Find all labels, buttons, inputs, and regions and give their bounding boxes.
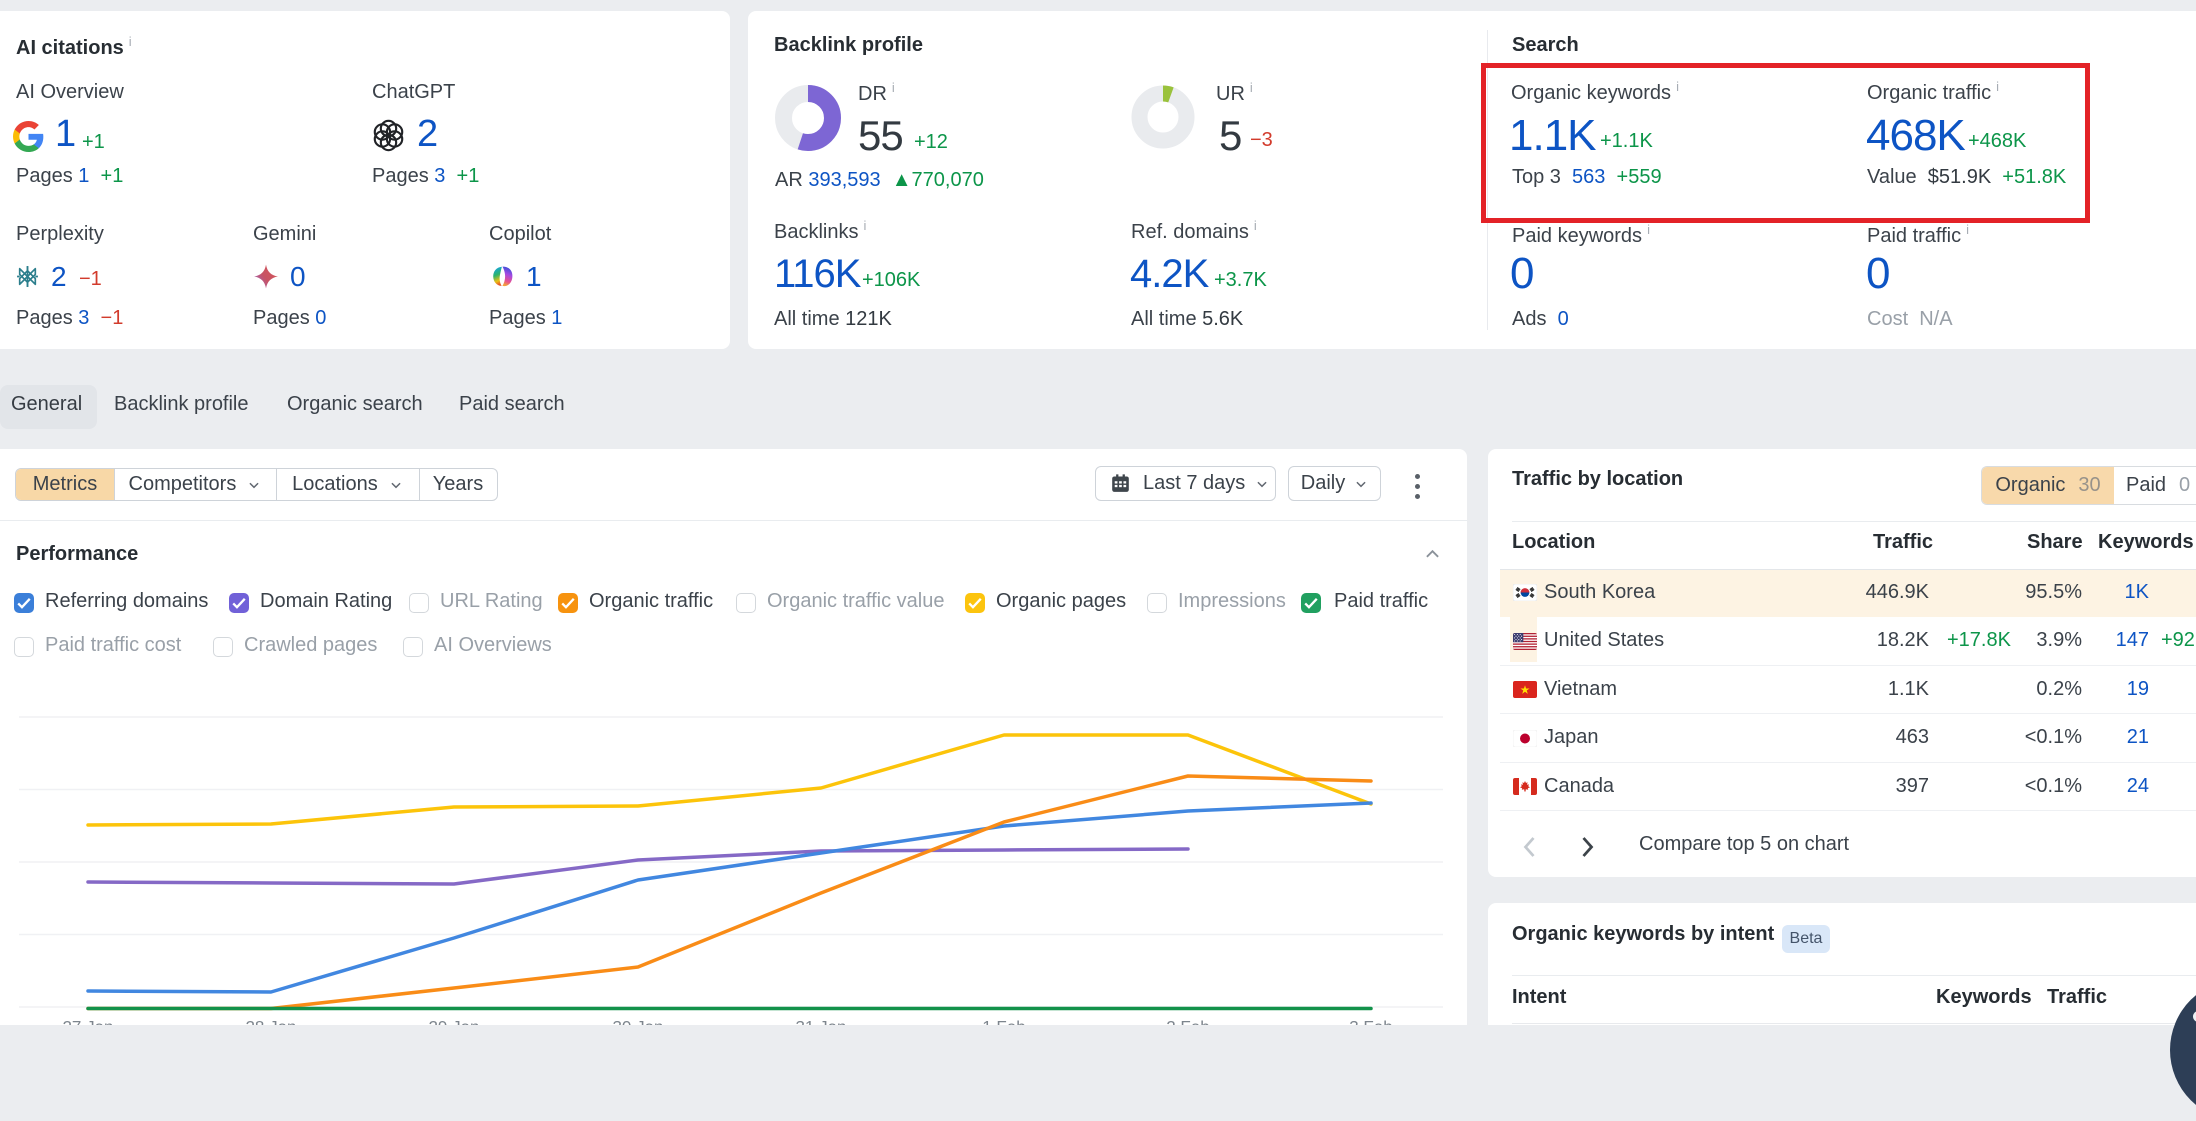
svg-text:30 Jan: 30 Jan [612,1018,663,1026]
svg-text:28 Jan: 28 Jan [245,1018,296,1026]
svg-text:27 Jan: 27 Jan [62,1018,113,1026]
svg-text:29 Jan: 29 Jan [428,1018,479,1026]
svg-text:3 Feb: 3 Feb [1349,1018,1392,1026]
svg-text:31 Jan: 31 Jan [795,1018,846,1026]
svg-text:1 Feb: 1 Feb [982,1018,1025,1026]
svg-text:2 Feb: 2 Feb [1166,1018,1209,1026]
